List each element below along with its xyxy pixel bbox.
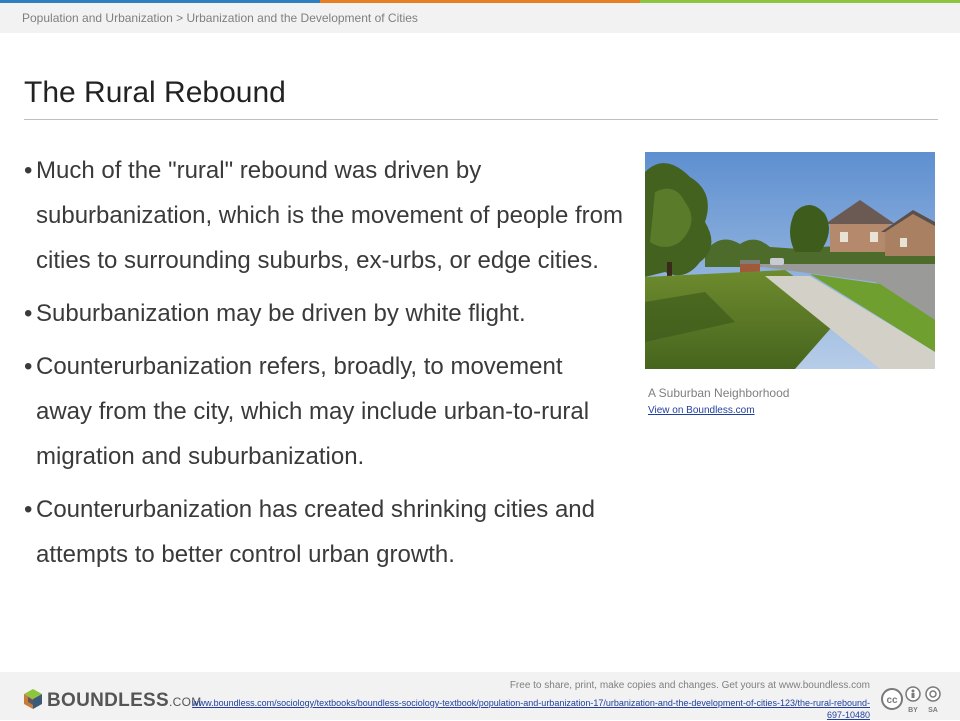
- bullet-text: Counterurbanization has created shrinkin…: [36, 496, 595, 568]
- bullet-item: • Counterurbanization has created shrinki…: [24, 487, 624, 577]
- svg-text:cc: cc: [886, 695, 898, 706]
- cc-icon: cc: [881, 688, 903, 710]
- bullet-dot: •: [24, 300, 33, 327]
- bullet-text: Counterurbanization refers, broadly, to …: [36, 353, 590, 470]
- boundless-logo-icon[interactable]: [22, 688, 44, 710]
- bullet-item: • Counterurbanization refers, broadly, to…: [24, 344, 624, 479]
- boundless-logo-text[interactable]: BOUNDLESS.COM: [47, 690, 202, 712]
- bullet-dot: •: [24, 496, 33, 523]
- source-url-link[interactable]: www.boundless.com/sociology/textbooks/bo…: [186, 697, 870, 721]
- accent-stripe-blue: [0, 0, 320, 3]
- view-on-boundless-link[interactable]: View on Boundless.com: [648, 405, 755, 416]
- suburban-neighborhood-photo: [645, 152, 935, 369]
- accent-stripe-orange: [320, 0, 640, 3]
- slide-title: The Rural Rebound: [24, 76, 286, 109]
- bullet-text: Much of the "rural" rebound was driven b…: [36, 157, 623, 274]
- license-notice: Free to share, print, make copies and ch…: [509, 680, 870, 691]
- title-divider: [24, 119, 938, 120]
- logo-wordmark: BOUNDLESS: [47, 690, 169, 711]
- bullet-item: • Suburbanization may be driven by white …: [24, 291, 624, 336]
- bullet-dot: •: [24, 353, 33, 380]
- accent-stripe-green: [640, 0, 960, 3]
- bullet-dot: •: [24, 157, 33, 184]
- by-icon: BY: [905, 686, 921, 714]
- sa-icon: SA: [925, 686, 941, 714]
- bullet-list: • Much of the "rural" rebound was driven …: [24, 148, 624, 585]
- breadcrumb: Population and Urbanization > Urbanizati…: [22, 11, 418, 25]
- figure-caption: A Suburban Neighborhood: [648, 386, 790, 400]
- svg-text:BY: BY: [908, 707, 918, 714]
- bullet-text: Suburbanization may be driven by white f…: [36, 300, 526, 327]
- cc-license-badge[interactable]: cc BY SA: [880, 685, 944, 715]
- svg-text:SA: SA: [928, 707, 938, 714]
- bullet-item: • Much of the "rural" rebound was driven …: [24, 148, 624, 283]
